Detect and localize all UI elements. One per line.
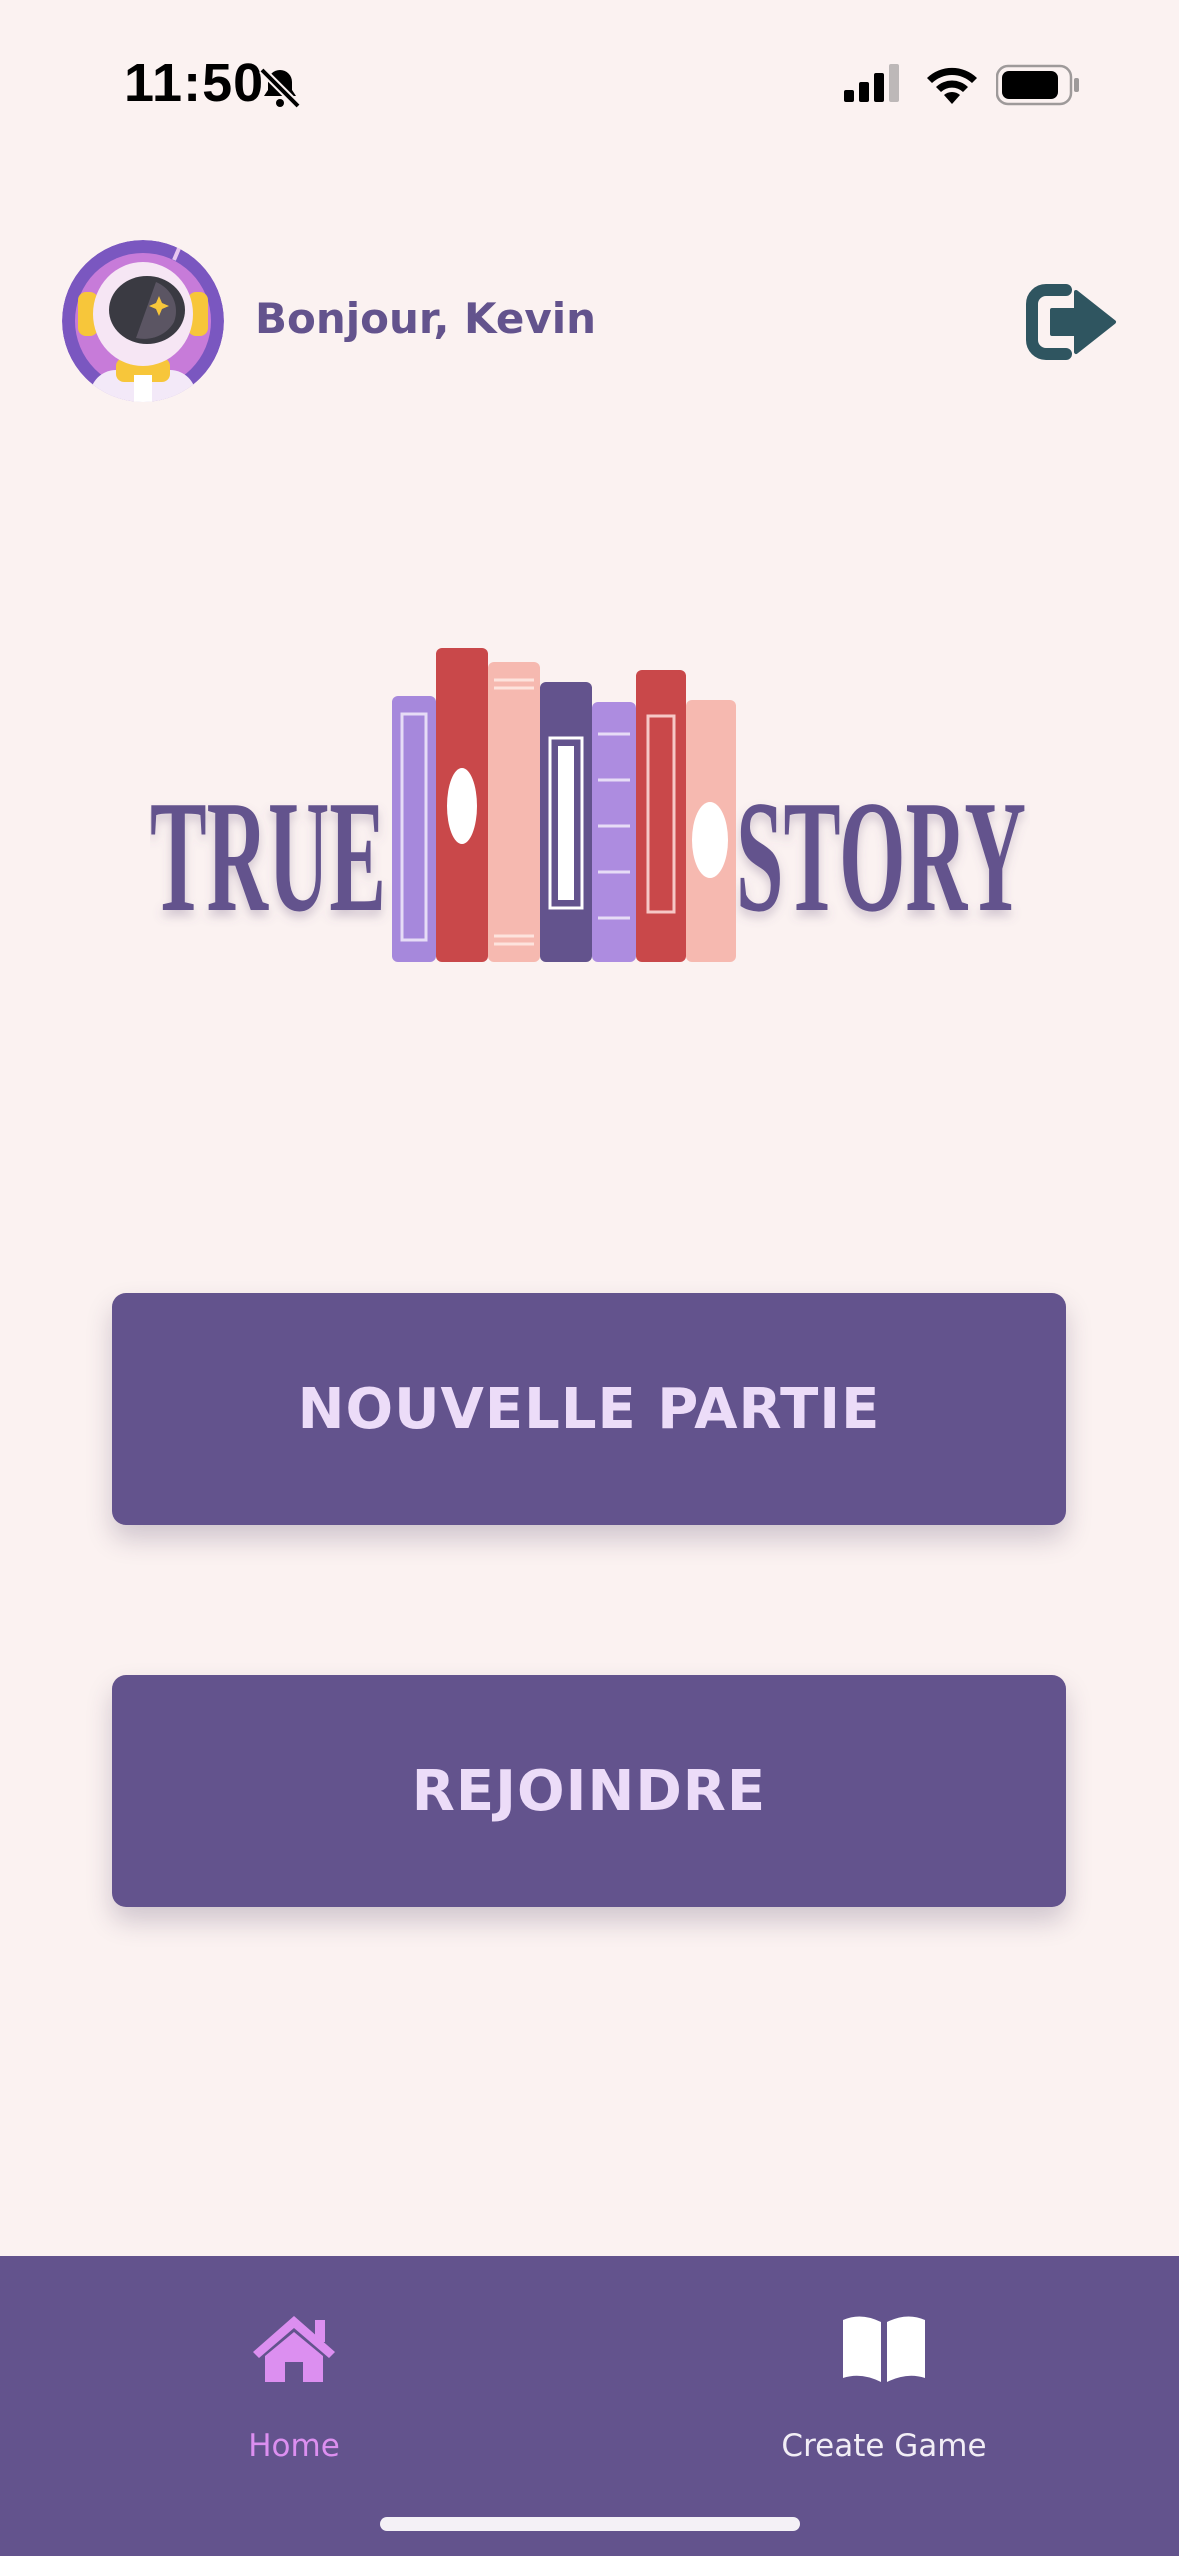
open-book-icon <box>704 2312 1064 2388</box>
logo-word-true: TRUE <box>150 767 386 945</box>
home-icon <box>114 2312 474 2388</box>
bottom-nav-bar: Home Create Game <box>0 2256 1179 2556</box>
nav-label-home: Home <box>248 2428 340 2464</box>
user-avatar[interactable] <box>62 240 224 402</box>
true-story-logo: TRUE STORY <box>150 640 1030 984</box>
status-time: 11:50 <box>124 53 265 113</box>
join-game-button[interactable]: REJOINDRE <box>112 1675 1066 1907</box>
new-game-button[interactable]: NOUVELLE PARTIE <box>112 1293 1066 1525</box>
bell-muted-icon <box>256 64 304 116</box>
nav-tab-home[interactable]: Home <box>114 2256 474 2466</box>
nav-tab-create-game[interactable]: Create Game <box>704 2256 1064 2466</box>
greeting-text: Bonjour, Kevin <box>255 294 597 343</box>
logo-word-story: STORY <box>736 767 1026 945</box>
home-indicator[interactable] <box>380 2517 800 2531</box>
logout-icon[interactable] <box>1026 282 1118 366</box>
cellular-signal-icon <box>844 64 904 108</box>
wifi-icon <box>924 64 980 110</box>
nav-label-create-game: Create Game <box>781 2428 987 2464</box>
battery-icon <box>995 64 1080 110</box>
